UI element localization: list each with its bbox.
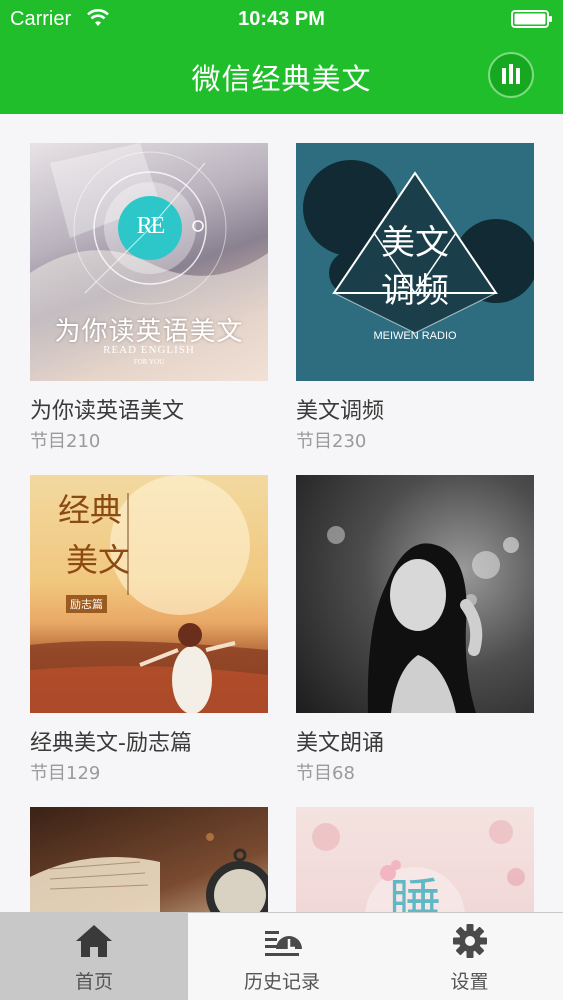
album-card[interactable]: RE 为你读英语美文 READ ENGLISH FOR YOU 为你读英语美文 … xyxy=(30,143,268,453)
album-cover-image xyxy=(30,807,268,912)
album-title: 经典美文-励志篇 xyxy=(30,731,192,756)
count-value: 68 xyxy=(332,763,355,784)
count-prefix: 节目 xyxy=(296,763,332,784)
album-episode-count: 节目230 xyxy=(296,427,366,453)
gear-icon xyxy=(452,924,487,958)
count-value: 210 xyxy=(66,431,101,452)
app-header: Carrier 10:43 PM 微信经典美文 xyxy=(0,0,563,114)
album-title: 美文朗诵 xyxy=(296,731,385,756)
cover-subtitle: READ ENGLISH xyxy=(103,344,195,356)
tab-home[interactable]: 首页 xyxy=(0,913,188,1000)
album-cover-image xyxy=(296,475,534,713)
album-episode-count: 节目210 xyxy=(30,427,100,453)
cover-subtitle-2: FOR YOU xyxy=(133,358,165,366)
tab-history[interactable]: 历史记录 xyxy=(188,913,376,1000)
equalizer-icon xyxy=(502,64,520,84)
album-title: 为你读英语美文 xyxy=(30,399,185,424)
count-value: 230 xyxy=(332,431,367,452)
tab-settings[interactable]: 设置 xyxy=(376,913,563,1000)
home-icon xyxy=(76,925,112,957)
history-icon xyxy=(265,931,302,956)
album-card[interactable]: 美文朗诵 节目68 xyxy=(296,475,534,785)
cover-subtitle: MEIWEN RADIO xyxy=(373,330,457,342)
cover-headline: 经典 xyxy=(58,491,123,529)
tab-label: 历史记录 xyxy=(243,971,320,993)
album-title: 美文调频 xyxy=(296,399,385,424)
count-value: 129 xyxy=(66,763,101,784)
album-card[interactable]: 睡 xyxy=(296,807,534,912)
album-card[interactable]: 美文 调频 MEIWEN RADIO 美文调频 节目230 xyxy=(296,143,534,453)
count-prefix: 节目 xyxy=(30,431,66,452)
tab-label: 设置 xyxy=(450,971,489,993)
cover-logo: 睡 xyxy=(388,874,441,912)
status-bar: Carrier 10:43 PM xyxy=(0,0,563,40)
page-title: 微信经典美文 xyxy=(191,62,372,96)
album-cover-image: RE 为你读英语美文 READ ENGLISH FOR YOU xyxy=(30,143,268,381)
cover-headline-2: 美文 xyxy=(66,541,131,579)
tab-label: 首页 xyxy=(74,971,113,993)
cover-headline: 美文 xyxy=(381,223,449,263)
album-cover-image: 经典 美文 励志篇 xyxy=(30,475,268,713)
cover-headline: 为你读英语美文 xyxy=(54,317,244,347)
clock: 10:43 PM xyxy=(238,8,325,30)
album-cover-image: 美文 调频 MEIWEN RADIO xyxy=(296,143,534,381)
album-card[interactable]: 经典 美文 励志篇 经典美文-励志篇 节目129 xyxy=(30,475,268,785)
cover-logo: RE xyxy=(136,213,166,239)
now-playing-button[interactable] xyxy=(488,52,534,98)
count-prefix: 节目 xyxy=(296,431,332,452)
album-episode-count: 节目129 xyxy=(30,759,100,785)
album-episode-count: 节目68 xyxy=(296,759,355,785)
album-cover-image: 睡 xyxy=(296,807,534,912)
battery-icon xyxy=(511,10,552,28)
album-card[interactable] xyxy=(30,807,268,912)
count-prefix: 节目 xyxy=(30,763,66,784)
cover-subtitle: 励志篇 xyxy=(66,595,107,613)
cover-headline-2: 调频 xyxy=(381,271,449,311)
tab-bar: 首页 历史记录 设置 xyxy=(0,912,563,1000)
